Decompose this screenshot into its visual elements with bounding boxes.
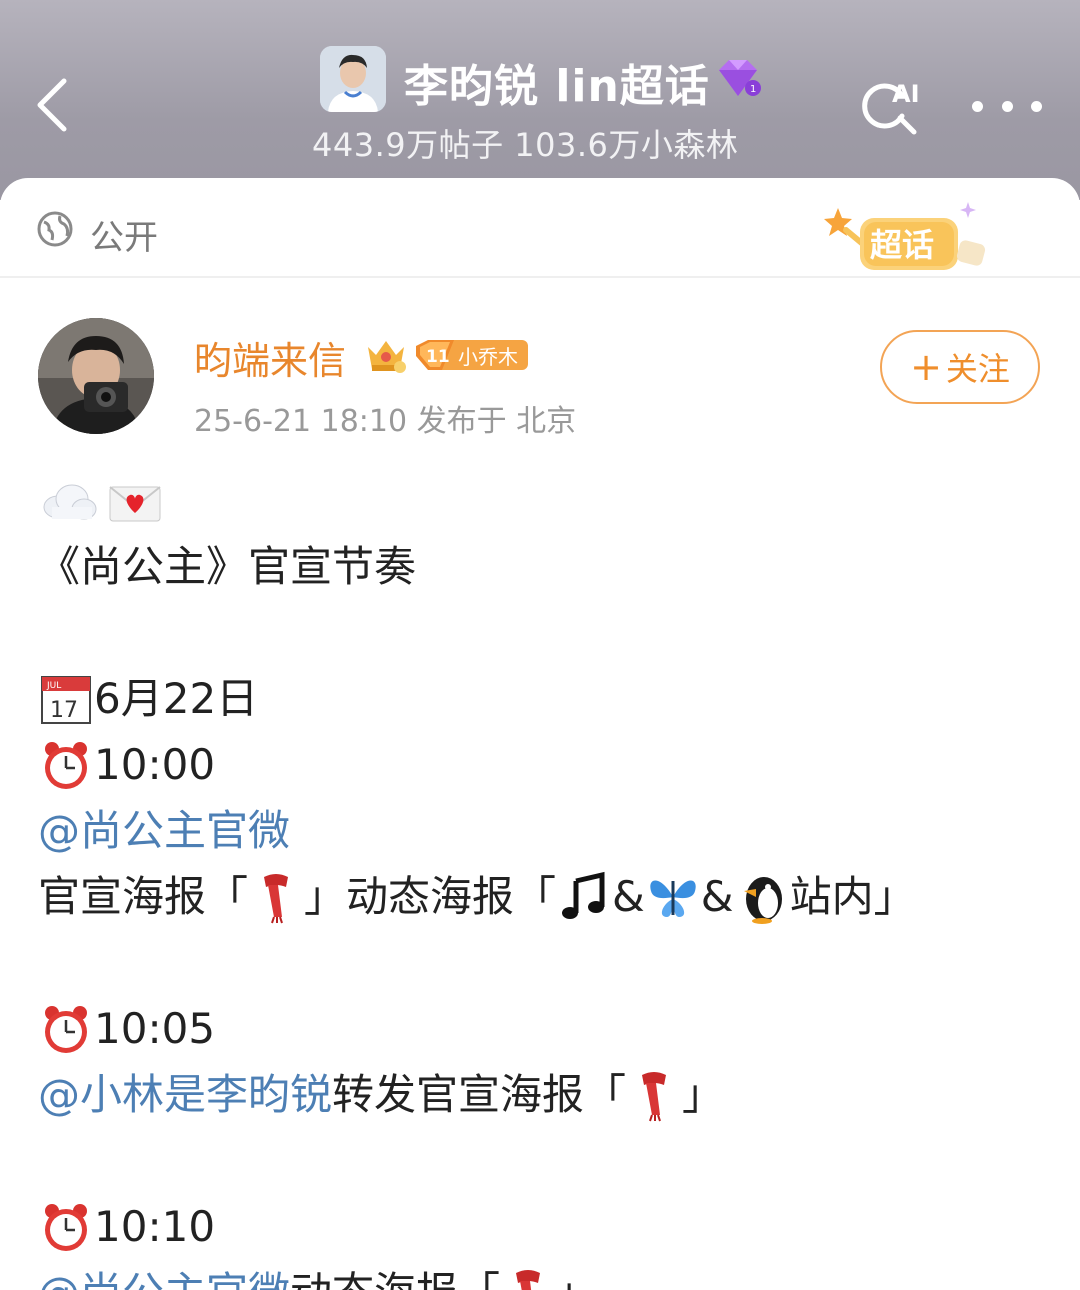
topic-header: 李昀锐 lin超话 1 443.9万帖子 103.6万小森林 AI <box>0 0 1080 200</box>
author-avatar[interactable] <box>38 318 154 434</box>
cloud-icon <box>38 473 100 529</box>
scarf-icon <box>500 1265 556 1290</box>
more-dot <box>972 100 983 112</box>
mention-link[interactable]: @尚公主官微 <box>38 1260 290 1290</box>
svg-text:AI: AI <box>892 80 920 108</box>
mention-link[interactable]: @尚公主官微 <box>38 798 290 864</box>
svg-text:JUL: JUL <box>46 681 61 691</box>
svg-text:17: 17 <box>50 698 78 723</box>
topic-stats: 443.9万帖子 103.6万小森林 <box>312 126 739 164</box>
mention-link[interactable]: @小林是李昀锐 <box>38 1062 332 1128</box>
poster-text: 」动态海报「 <box>304 872 557 921</box>
topic-avatar <box>320 46 386 112</box>
post-title-line: 《尚公主》官宣节奏 <box>38 542 417 591</box>
alarm-clock-icon <box>38 1199 94 1255</box>
post-card: 公开 超话 昀端来信 11 小乔木 25-6-21 18:10 发布于 北京 +… <box>0 178 1080 1290</box>
crown-icon <box>368 341 406 373</box>
chaohua-badge[interactable]: 超话 <box>822 200 992 278</box>
visibility-row: 公开 超话 <box>0 178 1080 278</box>
time-line-1: 10:00 <box>38 732 215 798</box>
back-button[interactable] <box>22 70 82 140</box>
topic-title-block[interactable]: 李昀锐 lin超话 1 443.9万帖子 103.6万小森林 <box>312 44 788 164</box>
ampersand-text: & <box>700 872 734 921</box>
chevron-left-icon <box>37 78 67 132</box>
svg-text:1: 1 <box>750 84 756 95</box>
ai-search-button[interactable]: AI <box>858 72 928 138</box>
more-dot <box>1031 100 1042 112</box>
time-line-2: 10:05 <box>38 996 215 1062</box>
time-line-3: 10:10 <box>38 1194 215 1260</box>
scarf-icon <box>626 1067 682 1123</box>
poster-line: 官宣海报「 」动态海报「 & & 站内」 <box>38 864 916 930</box>
poster-text: 官宣海报「 <box>38 872 249 921</box>
bracket-text: 」 <box>556 1260 598 1290</box>
penguin-icon <box>734 869 790 925</box>
emoji-row <box>38 468 166 534</box>
fan-level-label: 小乔木 <box>458 345 518 369</box>
date-line: JUL 17 6月22日 <box>38 666 258 732</box>
dynamic-poster-line: @尚公主官微 动态海报「 」 <box>38 1260 598 1290</box>
calendar-icon: JUL 17 <box>38 671 94 727</box>
author-name[interactable]: 昀端来信 <box>194 330 346 385</box>
time-text: 10:10 <box>94 1202 216 1251</box>
poster-text: 站内」 <box>789 872 916 921</box>
ampersand-text: & <box>612 872 645 921</box>
globe-icon <box>37 211 73 247</box>
alarm-clock-icon <box>38 1001 94 1057</box>
love-letter-icon <box>104 473 166 529</box>
more-dot <box>1001 100 1013 112</box>
repost-line: @小林是李昀锐 转发官宣海报「 」 <box>38 1062 724 1128</box>
repost-text: 转发官宣海报「 <box>332 1070 627 1119</box>
time-text: 10:00 <box>94 740 216 789</box>
scarf-icon <box>248 869 304 925</box>
svg-text:11: 11 <box>426 347 450 367</box>
music-note-icon <box>556 869 612 925</box>
post-meta: 25-6-21 18:10 发布于 北京 <box>194 404 577 439</box>
dynamic-text: 动态海报「 <box>290 1260 500 1290</box>
follow-button[interactable]: + 关注 <box>880 330 1040 404</box>
alarm-clock-icon <box>38 737 94 793</box>
more-button[interactable] <box>972 88 1042 124</box>
plus-icon: + <box>910 345 942 389</box>
fan-level-badge: 11 小乔木 <box>414 338 530 372</box>
ai-search-icon: AI <box>862 80 920 135</box>
svg-text:超话: 超话 <box>870 226 934 264</box>
visibility-label: 公开 <box>90 218 158 258</box>
diamond-icon: 1 <box>719 60 761 96</box>
date-text: 6月22日 <box>94 674 259 723</box>
butterfly-icon <box>645 869 701 925</box>
topic-title: 李昀锐 lin超话 <box>404 61 710 112</box>
time-text: 10:05 <box>94 1004 216 1053</box>
follow-label: 关注 <box>945 350 1010 388</box>
bracket-text: 」 <box>682 1070 725 1119</box>
